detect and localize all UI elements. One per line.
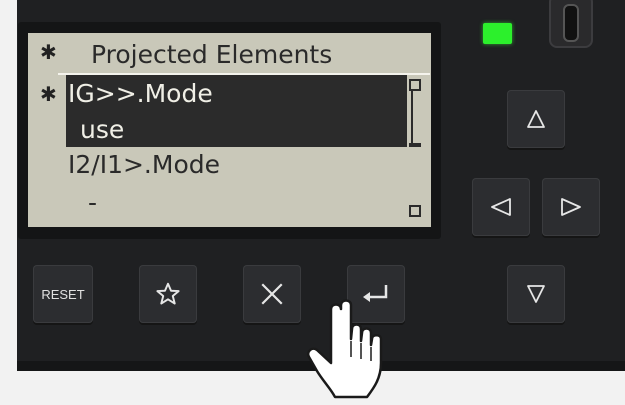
lcd-screen: ✱ Projected Elements ✱ IG>>.Mode use I2/… [28, 33, 431, 227]
triangle-up-icon [526, 109, 546, 129]
lcd-bezel: ✱ Projected Elements ✱ IG>>.Mode use I2/… [18, 22, 441, 239]
reset-button[interactable]: RESET [33, 265, 93, 323]
lcd-scrollbar-bottom-marker [409, 205, 421, 217]
reset-button-label: RESET [41, 286, 85, 302]
lcd-scrollbar-thumb-end [409, 143, 421, 147]
device-bottom-edge [17, 361, 625, 371]
triangle-down-icon [526, 284, 546, 304]
lcd-row-value[interactable]: - [88, 185, 97, 221]
usb-port-slot [563, 4, 579, 42]
close-icon [259, 281, 285, 307]
enter-icon [361, 282, 391, 306]
favorite-button[interactable] [139, 265, 197, 323]
cancel-button[interactable] [243, 265, 301, 323]
lcd-title: Projected Elements [91, 40, 333, 69]
down-button[interactable] [507, 265, 565, 323]
lcd-title-star-icon: ✱ [40, 40, 57, 64]
lcd-row-selected-name[interactable]: IG>>.Mode [68, 76, 213, 112]
star-icon [155, 281, 181, 307]
lcd-row-star-icon: ✱ [40, 82, 57, 106]
device-panel: ✱ Projected Elements ✱ IG>>.Mode use I2/… [17, 0, 625, 371]
usb-port-icon [549, 0, 593, 48]
status-led [483, 23, 512, 44]
lcd-row-name[interactable]: I2/I1>.Mode [68, 147, 220, 183]
enter-button[interactable] [347, 265, 405, 323]
lcd-row-selected-value[interactable]: use [80, 112, 124, 148]
left-button[interactable] [472, 178, 530, 236]
right-button[interactable] [542, 178, 600, 236]
triangle-right-icon [560, 197, 582, 217]
up-button[interactable] [507, 90, 565, 148]
lcd-scrollbar-thumb [411, 89, 423, 145]
triangle-left-icon [490, 197, 512, 217]
